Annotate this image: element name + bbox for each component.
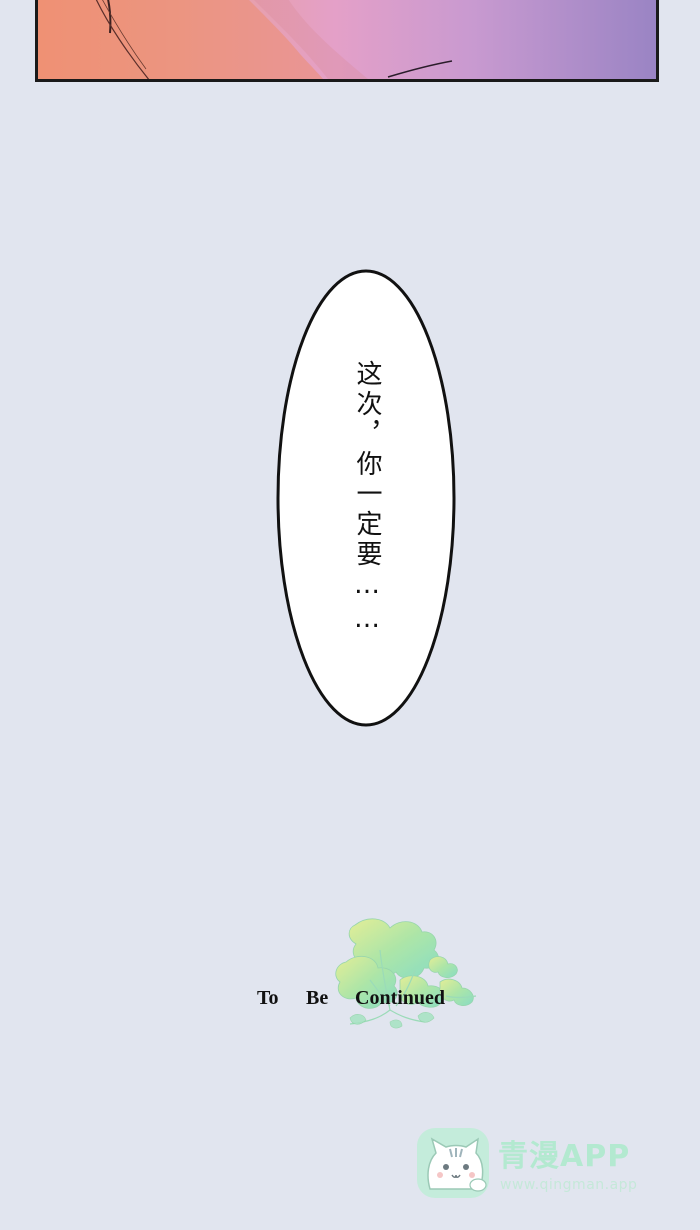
cat-face-icon bbox=[417, 1128, 489, 1198]
to-be-continued-word-continued: Continued bbox=[355, 987, 446, 1009]
app-watermark: 青漫APP www.qingman.app bbox=[416, 1127, 666, 1201]
speech-bubble: 这次，你一定要…… bbox=[275, 268, 459, 730]
leaf-decoration bbox=[250, 910, 490, 1040]
speech-bubble-text: 这次，你一定要…… bbox=[352, 360, 382, 638]
watermark-title: 青漫APP bbox=[498, 1139, 631, 1174]
comic-panel bbox=[35, 0, 659, 82]
watermark-url: www.qingman.app bbox=[500, 1177, 638, 1193]
leaf-sprig-icon bbox=[335, 918, 477, 1029]
to-be-continued-word-to: To bbox=[257, 987, 279, 1009]
comic-panel-art bbox=[38, 0, 453, 79]
to-be-continued-word-be: Be bbox=[306, 987, 329, 1009]
